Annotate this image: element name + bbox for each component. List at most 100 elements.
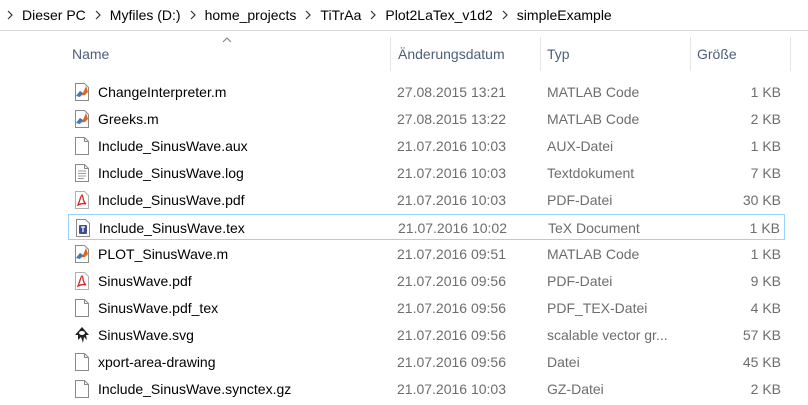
file-date: 21.07.2016 10:02 xyxy=(398,220,507,236)
file-size: 30 KB xyxy=(742,192,781,208)
file-size: 1 KB xyxy=(750,246,781,262)
file-size: 1 KB xyxy=(749,220,780,236)
file-type: GZ-Datei xyxy=(547,381,604,397)
column-header-type[interactable]: Typ xyxy=(541,37,690,71)
breadcrumb: Dieser PC Myfiles (D:) home_projects TiT… xyxy=(0,0,808,31)
file-name: ChangeInterpreter.m xyxy=(98,84,227,100)
breadcrumb-label: Myfiles (D:) xyxy=(109,7,181,23)
file-name: Include_SinusWave.aux xyxy=(98,138,248,154)
file-size: 1 KB xyxy=(750,138,781,154)
file-type: scalable vector gr... xyxy=(547,327,668,343)
file-size: 2 KB xyxy=(750,381,781,397)
file-name: xport-area-drawing xyxy=(98,354,216,370)
file-date: 21.07.2016 10:03 xyxy=(397,192,506,208)
table-row[interactable]: Include_SinusWave.aux 21.07.2016 10:03 AUX… xyxy=(68,133,785,159)
blank-file-icon xyxy=(74,299,90,317)
matlab-icon xyxy=(74,83,90,101)
table-row[interactable]: Include_SinusWave.pdf 21.07.2016 10:03 PDF… xyxy=(68,187,785,213)
chevron-right-icon[interactable] xyxy=(0,0,20,30)
file-size: 4 KB xyxy=(750,300,781,316)
file-size: 45 KB xyxy=(742,354,781,370)
table-row[interactable]: ChangeInterpreter.m 27.08.2015 13:21 MATLA… xyxy=(68,79,785,105)
file-size: 2 KB xyxy=(750,111,781,127)
table-row[interactable]: PLOT_SinusWave.m 21.07.2016 09:51 MATLAB C… xyxy=(68,241,785,267)
column-divider[interactable] xyxy=(790,37,791,71)
pdf-icon xyxy=(74,272,90,290)
blank-file-icon xyxy=(74,137,90,155)
table-row[interactable]: xport-area-drawing 21.07.2016 09:56 Datei 4… xyxy=(68,349,785,375)
chevron-right-icon[interactable] xyxy=(495,0,515,30)
matlab-icon xyxy=(74,110,90,128)
file-name: Include_SinusWave.synctex.gz xyxy=(98,381,292,397)
file-size: 1 KB xyxy=(750,84,781,100)
breadcrumb-item-dieser-pc[interactable]: Dieser PC xyxy=(20,7,88,23)
file-name: PLOT_SinusWave.m xyxy=(98,246,229,262)
file-type: Datei xyxy=(547,354,580,370)
breadcrumb-label: Dieser PC xyxy=(22,7,86,23)
file-name: SinusWave.pdf xyxy=(98,273,192,289)
table-row-selected[interactable]: Include_SinusWave.tex 21.07.2016 10:02 TeX… xyxy=(68,214,785,240)
chevron-right-icon[interactable] xyxy=(183,0,203,30)
breadcrumb-item-myfiles[interactable]: Myfiles (D:) xyxy=(108,7,183,23)
chevron-right-icon[interactable] xyxy=(298,0,318,30)
inkscape-icon xyxy=(74,326,90,344)
file-date: 21.07.2016 10:03 xyxy=(397,165,506,181)
column-header-label: Änderungsdatum xyxy=(398,46,505,62)
column-header-label: Name xyxy=(72,46,110,62)
file-type: AUX-Datei xyxy=(547,138,614,154)
file-name: SinusWave.pdf_tex xyxy=(98,300,219,316)
file-date: 27.08.2015 13:22 xyxy=(397,111,506,127)
table-row[interactable]: Greeks.m 27.08.2015 13:22 MATLAB Code 2 KB xyxy=(68,106,785,132)
tex-icon xyxy=(75,219,91,237)
blank-file-icon xyxy=(74,353,90,371)
file-size: 57 KB xyxy=(742,327,781,343)
file-type: TeX Document xyxy=(548,220,640,236)
column-header-size[interactable]: Größe xyxy=(691,37,790,71)
file-date: 21.07.2016 09:56 xyxy=(397,300,506,316)
file-type: PDF-Datei xyxy=(547,273,613,289)
column-header-date[interactable]: Änderungsdatum xyxy=(391,37,540,71)
file-type: MATLAB Code xyxy=(547,246,640,262)
breadcrumb-label: TiTrAa xyxy=(320,7,362,23)
file-name: SinusWave.svg xyxy=(98,327,194,343)
chevron-right-icon[interactable] xyxy=(363,0,383,30)
file-date: 21.07.2016 10:03 xyxy=(397,138,506,154)
breadcrumb-item-plot2latex[interactable]: Plot2LaTex_v1d2 xyxy=(383,7,494,23)
column-header-label: Größe xyxy=(697,46,737,62)
file-type: PDF_TEX-Datei xyxy=(547,300,648,316)
breadcrumb-label: Plot2LaTex_v1d2 xyxy=(385,7,493,23)
file-size: 9 KB xyxy=(750,273,781,289)
table-row[interactable]: SinusWave.svg 21.07.2016 09:56 scalable ve… xyxy=(68,322,785,348)
column-header-name[interactable]: Name xyxy=(68,37,390,71)
file-name: Greeks.m xyxy=(98,111,159,127)
breadcrumb-label: simpleExample xyxy=(516,7,612,23)
file-name: Include_SinusWave.tex xyxy=(99,220,245,236)
breadcrumb-label: home_projects xyxy=(204,7,297,23)
file-type: PDF-Datei xyxy=(547,192,613,208)
file-type: MATLAB Code xyxy=(547,84,640,100)
breadcrumb-item-titraa[interactable]: TiTrAa xyxy=(318,7,363,23)
text-file-icon xyxy=(74,164,90,182)
file-name: Include_SinusWave.log xyxy=(98,165,244,181)
matlab-icon xyxy=(74,245,90,263)
file-date: 21.07.2016 09:51 xyxy=(397,246,506,262)
file-size: 7 KB xyxy=(750,165,781,181)
file-date: 21.07.2016 09:56 xyxy=(397,273,506,289)
pdf-icon xyxy=(74,191,90,209)
breadcrumb-item-home-projects[interactable]: home_projects xyxy=(203,7,299,23)
file-date: 27.08.2015 13:21 xyxy=(397,84,506,100)
table-row[interactable]: SinusWave.pdf 21.07.2016 09:56 PDF-Datei 9 … xyxy=(68,268,785,294)
table-row[interactable]: Include_SinusWave.log 21.07.2016 10:03 Tex… xyxy=(68,160,785,186)
column-header-label: Typ xyxy=(547,46,570,62)
blank-file-icon xyxy=(74,380,90,398)
file-date: 21.07.2016 09:56 xyxy=(397,327,506,343)
table-row[interactable]: Include_SinusWave.synctex.gz 21.07.2016 1… xyxy=(68,376,785,402)
file-type: Textdokument xyxy=(547,165,635,181)
file-date: 21.07.2016 10:03 xyxy=(397,381,506,397)
table-row[interactable]: SinusWave.pdf_tex 21.07.2016 09:56 PDF_TEX… xyxy=(68,295,785,321)
file-date: 21.07.2016 09:56 xyxy=(397,354,506,370)
file-type: MATLAB Code xyxy=(547,111,640,127)
breadcrumb-item-simpleexample[interactable]: simpleExample xyxy=(515,7,614,23)
chevron-right-icon[interactable] xyxy=(88,0,108,30)
file-name: Include_SinusWave.pdf xyxy=(98,192,245,208)
